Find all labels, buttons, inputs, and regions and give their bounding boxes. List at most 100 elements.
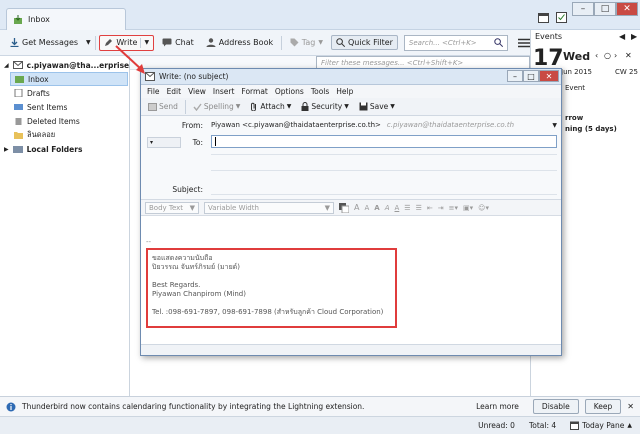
next-day-icon[interactable]: › <box>614 51 617 60</box>
drafts-icon <box>14 89 23 97</box>
from-select[interactable]: Piyawan <c.piyawan@thaidataenterprise.co… <box>211 119 557 131</box>
bold-icon[interactable]: A <box>374 204 379 212</box>
subject-input[interactable] <box>211 183 557 195</box>
compose-minimize-button[interactable]: – <box>507 70 523 82</box>
smiley-icon[interactable]: ☺▾ <box>478 204 489 212</box>
compose-close-button[interactable]: ✕ <box>539 70 559 82</box>
spelling-label: Spelling <box>203 102 234 111</box>
address-book-label: Address Book <box>218 38 274 47</box>
folder-deleted-items[interactable]: Deleted Items <box>10 114 129 128</box>
align-icon[interactable]: ≡▾ <box>449 204 458 212</box>
compose-maximize-button[interactable]: □ <box>523 70 539 82</box>
paragraph-format-select[interactable]: Body Text ▼ <box>145 201 199 214</box>
checkmark-icon <box>193 103 202 111</box>
chat-button[interactable]: Chat <box>158 36 198 49</box>
bullet-list-icon[interactable]: ☰ <box>404 204 410 212</box>
event-item-tomorrow[interactable]: rrow <box>565 114 583 122</box>
attach-button[interactable]: Attach ▼ <box>247 101 294 112</box>
to-input[interactable] <box>211 135 557 148</box>
menu-format[interactable]: Format <box>241 87 267 96</box>
pane-prev-icon[interactable]: ◀ <box>619 32 625 41</box>
tab-inbox[interactable]: Inbox <box>6 8 126 30</box>
menu-file[interactable]: File <box>147 87 160 96</box>
folder-sent-items[interactable]: Sent Items <box>10 100 129 114</box>
save-button[interactable]: Save ▼ <box>356 101 398 112</box>
tasks-icon[interactable] <box>556 12 567 23</box>
menu-tools[interactable]: Tools <box>311 87 329 96</box>
folder-inbox[interactable]: Inbox <box>10 72 128 86</box>
disable-button[interactable]: Disable <box>532 399 579 414</box>
address-book-button[interactable]: Address Book <box>202 36 277 49</box>
folder-icon <box>14 131 23 139</box>
text-color-icon[interactable] <box>339 202 349 213</box>
tag-icon <box>290 38 299 47</box>
tab-inbox-label: Inbox <box>28 15 50 24</box>
security-button[interactable]: Security ▼ <box>298 101 351 112</box>
tag-dropdown-icon: ▼ <box>318 39 323 46</box>
get-messages-button[interactable]: Get Messages <box>6 36 82 49</box>
calendar-icon[interactable] <box>538 12 549 23</box>
get-messages-dropdown-icon[interactable]: ▼ <box>86 39 91 46</box>
pane-close-icon[interactable]: ✕ <box>625 51 632 60</box>
minimize-button[interactable]: – <box>572 2 594 16</box>
local-folders-row[interactable]: ▶ Local Folders <box>0 142 129 156</box>
folder-custom[interactable]: ลินดลอย <box>10 128 129 142</box>
close-button[interactable]: ✕ <box>616 2 638 16</box>
menu-view[interactable]: View <box>188 87 206 96</box>
signature-spacer <box>152 272 391 281</box>
keep-button[interactable]: Keep <box>584 399 622 414</box>
from-label: From: <box>181 121 203 130</box>
pane-next-icon[interactable]: ▶ <box>631 32 637 41</box>
compose-menu-bar: File Edit View Insert Format Options Too… <box>141 85 561 98</box>
text-cursor <box>215 137 216 146</box>
smaller-text-icon[interactable]: A <box>364 204 369 212</box>
folder-drafts[interactable]: Drafts <box>10 86 129 100</box>
font-select[interactable]: Variable Width ▼ <box>204 201 334 214</box>
account-row[interactable]: ◢ c.piyawan@tha...erprise.co.th <box>0 58 153 72</box>
annotation-arrow-icon <box>115 45 145 74</box>
learn-more-link[interactable]: Learn more <box>468 400 527 413</box>
indent-icon[interactable]: ⇥ <box>438 204 444 212</box>
security-dropdown-icon[interactable]: ▼ <box>344 103 349 110</box>
quick-filter-button[interactable]: Quick Filter <box>330 35 398 50</box>
tag-button[interactable]: Tag ▼ <box>286 36 327 49</box>
collapse-arrow-icon: ◢ <box>4 61 9 69</box>
today-pane-dropdown-icon: ▲ <box>627 422 632 429</box>
event-week: CW 25 <box>615 68 638 76</box>
attach-dropdown-icon[interactable]: ▼ <box>287 103 292 110</box>
numbered-list-icon[interactable]: ☰ <box>416 204 422 212</box>
menu-help[interactable]: Help <box>336 87 353 96</box>
outdent-icon[interactable]: ⇤ <box>427 204 433 212</box>
menu-insert[interactable]: Insert <box>213 87 235 96</box>
italic-icon[interactable]: A <box>385 204 390 212</box>
prev-day-icon[interactable]: ‹ <box>595 51 598 60</box>
info-icon <box>6 402 16 412</box>
spelling-button[interactable]: Spelling ▼ <box>190 101 244 112</box>
menu-edit[interactable]: Edit <box>167 87 182 96</box>
today-pane-toggle[interactable]: Today Pane ▲ <box>570 421 632 430</box>
notification-close-icon[interactable]: ✕ <box>627 402 634 411</box>
event-item-upcoming[interactable]: ning (5 days) <box>565 125 617 133</box>
compose-headers: From: Piyawan <c.piyawan@thaidataenterpr… <box>141 116 561 200</box>
message-body-editor[interactable]: -- ขอแสดงความนับถือ ปิยวรรณ จันทร์ภิรมย์… <box>141 216 561 344</box>
font-dropdown-icon: ▼ <box>324 203 330 212</box>
today-circle-icon[interactable]: ○ <box>604 51 611 60</box>
save-dropdown-icon[interactable]: ▼ <box>390 103 395 110</box>
send-button[interactable]: Send <box>145 101 181 112</box>
today-pane-label: Today Pane <box>582 421 625 430</box>
insert-icon[interactable]: ▣▾ <box>463 204 473 212</box>
spelling-dropdown-icon: ▼ <box>235 103 241 110</box>
events-header: Events <box>535 32 563 41</box>
send-icon <box>148 102 157 111</box>
menu-icon[interactable] <box>518 38 530 48</box>
status-bar: Unread: 0 Total: 4 Today Pane ▲ <box>0 416 640 434</box>
underline-icon[interactable]: A <box>395 204 400 212</box>
search-input[interactable]: Search... <Ctrl+K> <box>403 34 508 51</box>
maximize-button[interactable]: □ <box>594 2 616 16</box>
chat-icon <box>162 38 172 47</box>
larger-text-icon[interactable]: A <box>354 203 359 212</box>
quick-filter-label: Quick Filter <box>347 38 393 47</box>
chat-label: Chat <box>175 38 194 47</box>
menu-options[interactable]: Options <box>275 87 304 96</box>
event-section-label: Event <box>565 84 586 92</box>
